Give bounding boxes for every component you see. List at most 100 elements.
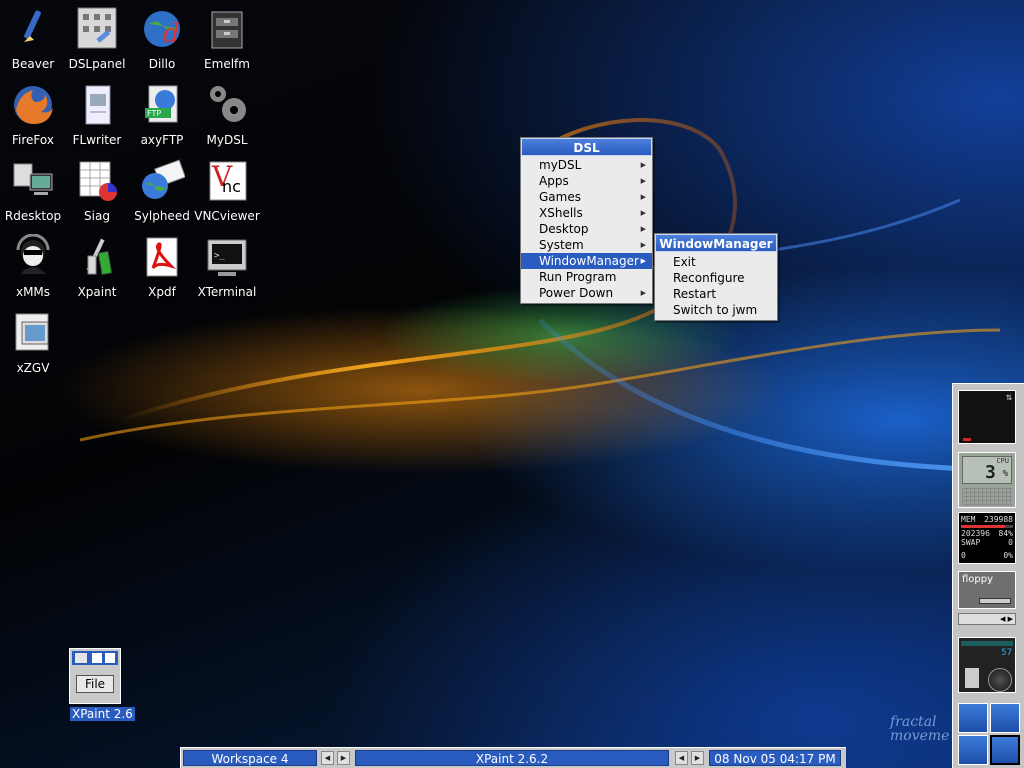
- desktop-icon-label: MyDSL: [206, 133, 248, 147]
- dockapp-panel: ⇅ CPU 3 % MEM 239988 202396 84% SWAP 0 0 0% …: [952, 383, 1024, 768]
- submenu-arrow-icon: ▶: [640, 177, 646, 185]
- mem2-value: 202396: [961, 529, 990, 538]
- desktop-icon-label: Xpaint: [77, 285, 117, 299]
- task-prev-button[interactable]: ◀: [675, 751, 688, 765]
- desktop-icon-dillo[interactable]: d Dillo: [129, 6, 195, 71]
- wallpaper-watermark: fractal moveme: [890, 715, 949, 743]
- workspace-next-button[interactable]: ▶: [337, 751, 350, 765]
- menu-item-label: XShells: [539, 206, 583, 220]
- desktop-icon-sylpheed[interactable]: Sylpheed: [129, 158, 195, 223]
- submenu-item-exit[interactable]: Exit: [655, 254, 777, 270]
- desktop-icon-xpdf[interactable]: Xpdf: [129, 234, 195, 299]
- desktop-icon-xpaint[interactable]: Xpaint: [64, 234, 130, 299]
- flwriter-icon: [85, 85, 111, 125]
- swap-pct: 0%: [1003, 551, 1013, 560]
- mixer-dockapp[interactable]: 57: [958, 637, 1016, 693]
- sylpheed-icon: [142, 159, 185, 199]
- floppy-controls[interactable]: ◀ ▶: [958, 613, 1016, 625]
- workspace-prev-button[interactable]: ◀: [321, 751, 334, 765]
- menu-item-windowmanager[interactable]: WindowManager ▶: [521, 253, 652, 269]
- vncviewer-icon: Vnc: [209, 160, 247, 201]
- desktop-icon-xzgv[interactable]: xZGV: [0, 310, 66, 375]
- desktop-icon-siag[interactable]: Siag: [64, 158, 130, 223]
- menu-item-label: myDSL: [539, 158, 582, 172]
- desktop-icon-axyftp[interactable]: FTP axyFTP: [129, 82, 195, 147]
- menu-item-system[interactable]: System ▶: [521, 237, 652, 253]
- pager-desk-4[interactable]: [990, 735, 1020, 765]
- xpaint-icon-label[interactable]: XPaint 2.6: [70, 707, 135, 721]
- menu-item-label: WindowManager: [539, 254, 639, 268]
- desktop-icon-label: xMMs: [15, 285, 51, 299]
- dillo-icon: d: [144, 11, 180, 49]
- menu-item-games[interactable]: Games ▶: [521, 189, 652, 205]
- menu-item-xshells[interactable]: XShells ▶: [521, 205, 652, 221]
- desktop-icon-emelfm[interactable]: Emelfm: [194, 6, 260, 71]
- pager-desk-2[interactable]: [990, 703, 1020, 733]
- submenu-item-label: Switch to jwm: [673, 303, 758, 317]
- xpaint-file-button[interactable]: File: [76, 675, 114, 693]
- beaver-icon: [24, 10, 41, 42]
- svg-text:>_: >_: [214, 251, 225, 261]
- desktop-icon-dslpanel[interactable]: DSLpanel: [64, 6, 130, 71]
- desktop-icon-label: Xpdf: [148, 285, 176, 299]
- swap2-value: 0: [961, 551, 966, 560]
- dsl-menu: DSL myDSL ▶ Apps ▶ Games ▶ XShells ▶ Desktop ▶ Sys…: [520, 137, 653, 304]
- rdesktop-icon: [13, 163, 53, 195]
- watermark-line1: fractal: [890, 714, 937, 730]
- desktop-icon-firefox[interactable]: FireFox: [0, 82, 66, 147]
- xpaint-icon: [86, 238, 113, 276]
- cpu-dockapp: CPU 3 %: [958, 452, 1016, 508]
- mem-pct: 84%: [998, 529, 1013, 538]
- submenu-arrow-icon: ▶: [640, 193, 646, 201]
- volume-knob-icon[interactable]: [988, 668, 1012, 692]
- desktop-icon-beaver[interactable]: Beaver: [0, 6, 66, 71]
- menu-item-label: Desktop: [539, 222, 589, 236]
- desktop-icon-label: Emelfm: [204, 57, 250, 71]
- submenu-item-reconfigure[interactable]: Reconfigure: [655, 270, 777, 286]
- menu-item-mydsl[interactable]: myDSL ▶: [521, 157, 652, 173]
- desktop-icon-mydsl[interactable]: MyDSL: [194, 82, 260, 147]
- floppy-drive-icon: [979, 598, 1011, 604]
- mem-value: 239988: [984, 515, 1013, 524]
- volume-slider[interactable]: [965, 668, 979, 688]
- pager-desk-3[interactable]: [958, 735, 988, 765]
- menu-item-apps[interactable]: Apps ▶: [521, 173, 652, 189]
- submenu-item-switch-to-jwm[interactable]: Switch to jwm: [655, 302, 777, 318]
- swap-value: 0: [1008, 538, 1013, 547]
- desktop-icon-label: XTerminal: [197, 285, 257, 299]
- menu-item-power-down[interactable]: Power Down ▶: [521, 285, 652, 301]
- submenu-arrow-icon: ▶: [640, 225, 646, 233]
- xmms-icon: [16, 234, 50, 274]
- desktop-icon-rdesktop[interactable]: Rdesktop: [0, 158, 66, 223]
- task-next-button[interactable]: ▶: [691, 751, 704, 765]
- svg-text:d: d: [163, 19, 180, 49]
- desktop-icon-vncviewer[interactable]: Vnc VNCviewer: [194, 158, 260, 223]
- desktop-icon-label: axyFTP: [140, 133, 184, 147]
- submenu-arrow-icon: ▶: [640, 257, 646, 265]
- mem-label: MEM: [961, 515, 976, 524]
- cpu-value: 3: [985, 462, 996, 483]
- desktop-icon-flwriter[interactable]: FLwriter: [64, 82, 130, 147]
- mydsl-icon: [210, 86, 246, 122]
- workspace-indicator[interactable]: Workspace 4: [183, 750, 317, 766]
- menu-item-label: Apps: [539, 174, 569, 188]
- desktop-icon-xterminal[interactable]: >_ XTerminal: [194, 234, 260, 299]
- xpaint-iconified-window[interactable]: File: [69, 648, 121, 704]
- monitor-dockapp[interactable]: ⇅: [958, 390, 1016, 444]
- submenu-arrow-icon: ▶: [640, 161, 646, 169]
- menu-item-label: Run Program: [539, 270, 617, 284]
- taskbar: Workspace 4 ◀ ▶ XPaint 2.6.2 ◀ ▶ 08 Nov …: [180, 747, 846, 768]
- menu-item-run-program[interactable]: Run Program: [521, 269, 652, 285]
- dsl-menu-title: DSL: [521, 138, 652, 156]
- desktop-icon-label: DSLpanel: [68, 57, 126, 71]
- taskbar-task-xpaint[interactable]: XPaint 2.6.2: [355, 750, 669, 766]
- windowmanager-submenu-title: WindowManager: [655, 234, 777, 252]
- desktop-icon-label: Sylpheed: [134, 209, 190, 223]
- menu-item-desktop[interactable]: Desktop ▶: [521, 221, 652, 237]
- desktop-icon-label: FLwriter: [72, 133, 122, 147]
- cpu-label: CPU: [996, 457, 1009, 465]
- submenu-item-restart[interactable]: Restart: [655, 286, 777, 302]
- floppy-dockapp[interactable]: floppy: [958, 571, 1016, 609]
- pager-desk-1[interactable]: [958, 703, 988, 733]
- desktop-icon-xmms[interactable]: xMMs: [0, 234, 66, 299]
